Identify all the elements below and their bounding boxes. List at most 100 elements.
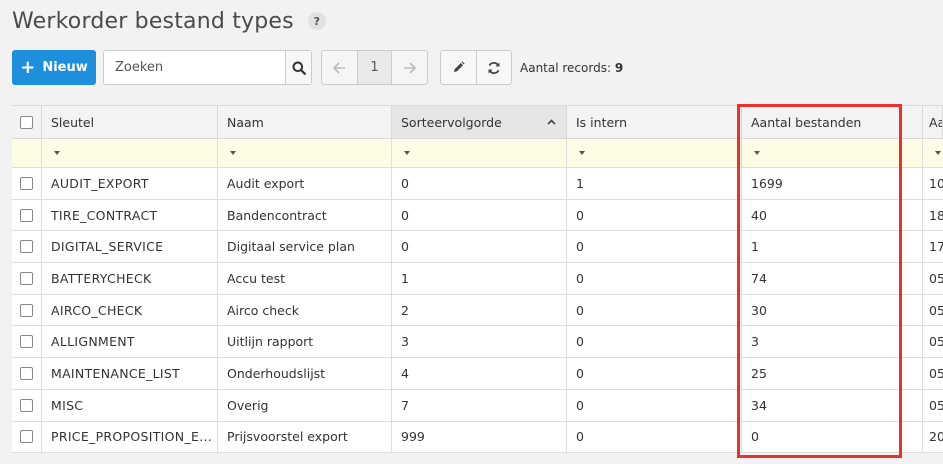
cell-sorteervolgorde: 0 xyxy=(392,199,567,231)
column-header-is-intern[interactable]: Is intern xyxy=(567,106,742,138)
cell-aantal-bestanden: 74 xyxy=(742,263,923,294)
grid-header: Sleutel Naam Sorteervolgorde Is intern A… xyxy=(12,106,943,139)
cell-sorteervolgorde: 0 xyxy=(392,231,567,263)
search-button[interactable] xyxy=(285,51,311,84)
row-select-cell xyxy=(12,294,42,326)
select-all-checkbox[interactable] xyxy=(20,115,33,129)
cell-sleutel: PRICE_PROPOSITION_E... xyxy=(42,421,218,453)
row-checkbox[interactable] xyxy=(20,430,33,444)
cell-aan: 05- xyxy=(929,365,943,381)
cell-aan: 05- xyxy=(929,270,943,286)
row-select-cell xyxy=(12,326,42,358)
filter-caret-icon xyxy=(579,151,585,155)
search-icon xyxy=(292,61,306,75)
row-checkbox[interactable] xyxy=(20,271,33,285)
data-grid: Sleutel Naam Sorteervolgorde Is intern A… xyxy=(12,105,943,454)
row-checkbox[interactable] xyxy=(20,398,33,412)
filter-is-intern[interactable] xyxy=(567,139,742,167)
row-checkbox[interactable] xyxy=(20,176,33,190)
row-checkbox[interactable] xyxy=(20,366,33,380)
cell-is-intern: 0 xyxy=(567,231,742,263)
cell-naam: Bandencontract xyxy=(218,199,392,231)
cell-sorteervolgorde: 4 xyxy=(392,358,567,389)
cell-sorteervolgorde: 2 xyxy=(392,294,567,326)
cell-aantal-bestanden: 0 xyxy=(742,421,923,453)
arrow-right-icon xyxy=(404,61,416,74)
cell-sleutel: ALLIGNMENT xyxy=(42,326,218,358)
cell-aantal-bestanden: 1699 xyxy=(742,168,923,199)
cell-is-intern: 0 xyxy=(567,199,742,231)
select-all-cell xyxy=(12,106,42,138)
column-header-aantal-bestanden[interactable]: Aantal bestanden xyxy=(742,106,923,138)
cell-naam: Onderhoudslijst xyxy=(218,358,392,389)
filter-caret-icon xyxy=(54,151,60,155)
new-button-label: Nieuw xyxy=(42,60,88,75)
row-select-cell xyxy=(12,199,42,231)
cell-is-intern: 0 xyxy=(567,389,742,421)
search-input[interactable] xyxy=(104,51,285,84)
previous-page-button[interactable] xyxy=(322,51,357,84)
cell-sleutel: AIRCO_CHECK xyxy=(42,294,218,326)
cell-aan: 18- xyxy=(929,207,943,223)
new-button[interactable]: + Nieuw xyxy=(12,50,96,85)
row-checkbox[interactable] xyxy=(20,335,33,349)
next-page-button[interactable] xyxy=(392,51,427,84)
cell-aantal-bestanden: 34 xyxy=(742,389,923,421)
filter-caret-icon xyxy=(230,151,236,155)
table-row[interactable]: MAINTENANCE_LISTOnderhoudslijst4025 05- xyxy=(12,358,943,390)
cell-is-intern: 0 xyxy=(567,358,742,389)
edit-button[interactable] xyxy=(441,51,476,84)
row-select-cell xyxy=(12,389,42,421)
cell-aantal-bestanden: 25 xyxy=(742,358,923,389)
filter-aantal-bestanden[interactable] xyxy=(742,139,923,167)
cell-sleutel: AUDIT_EXPORT xyxy=(42,168,218,199)
cell-aantal-bestanden: 40 xyxy=(742,199,923,231)
plus-icon: + xyxy=(20,56,36,78)
column-header-sleutel[interactable]: Sleutel xyxy=(42,106,218,138)
row-checkbox[interactable] xyxy=(20,303,33,317)
page-number[interactable]: 1 xyxy=(357,51,392,84)
pencil-icon xyxy=(454,61,465,72)
cell-is-intern: 0 xyxy=(567,294,742,326)
record-count: Aantal records: 9 xyxy=(520,61,623,75)
cell-sleutel: TIRE_CONTRACT xyxy=(42,199,218,231)
cell-aan: 20- xyxy=(929,429,943,445)
row-select-cell xyxy=(12,358,42,389)
column-header-naam[interactable]: Naam xyxy=(218,106,392,138)
filter-aan[interactable] xyxy=(923,139,943,167)
cell-sleutel: BATTERYCHECK xyxy=(42,263,218,294)
table-row[interactable]: AUDIT_EXPORTAudit export011699 10- xyxy=(12,168,943,200)
row-select-cell xyxy=(12,263,42,294)
table-row[interactable]: ALLIGNMENTUitlijn rapport30305- xyxy=(12,326,943,359)
refresh-button[interactable] xyxy=(476,51,511,84)
cell-sorteervolgorde: 999 xyxy=(392,421,567,453)
table-row[interactable]: DIGITAL_SERVICE Digitaal service plan 0 0 1 1… xyxy=(12,231,943,264)
table-row[interactable]: AIRCO_CHECKAirco check2030 05- xyxy=(12,294,943,327)
cell-is-intern: 0 xyxy=(567,263,742,294)
row-select-cell xyxy=(12,421,42,453)
cell-aan: 05- xyxy=(929,334,943,350)
table-row[interactable]: PRICE_PROPOSITION_E... Prijsvoorstel expo… xyxy=(12,421,943,454)
column-header-sorteervolgorde[interactable]: Sorteervolgorde xyxy=(392,106,567,138)
cell-aan: 05- xyxy=(929,397,943,413)
cell-sorteervolgorde: 1 xyxy=(392,263,567,294)
record-count-label: Aantal records: xyxy=(520,60,612,75)
filter-naam[interactable] xyxy=(218,139,392,167)
filter-sleutel[interactable] xyxy=(42,139,218,167)
cell-aantal-bestanden: 1 xyxy=(742,231,923,263)
cell-naam: Accu test xyxy=(218,263,392,294)
cell-aantal-bestanden: 3 xyxy=(742,326,923,358)
table-row[interactable]: BATTERYCHECKAccu test1074 05- xyxy=(12,263,943,295)
filter-sorteervolgorde[interactable] xyxy=(392,139,567,167)
table-row[interactable]: TIRE_CONTRACTBandencontract004018- xyxy=(12,199,943,232)
cell-sleutel: MAINTENANCE_LIST xyxy=(42,358,218,389)
cell-aan: 17- xyxy=(929,239,943,255)
cell-naam: Airco check xyxy=(218,294,392,326)
tool-buttons xyxy=(440,50,512,85)
refresh-icon xyxy=(488,61,500,74)
row-checkbox[interactable] xyxy=(20,240,33,254)
row-checkbox[interactable] xyxy=(20,208,33,222)
help-icon[interactable]: ? xyxy=(307,12,326,30)
table-row[interactable]: MISCOverig7034 05- xyxy=(12,389,943,422)
column-header-aan[interactable]: Aan xyxy=(923,106,943,138)
